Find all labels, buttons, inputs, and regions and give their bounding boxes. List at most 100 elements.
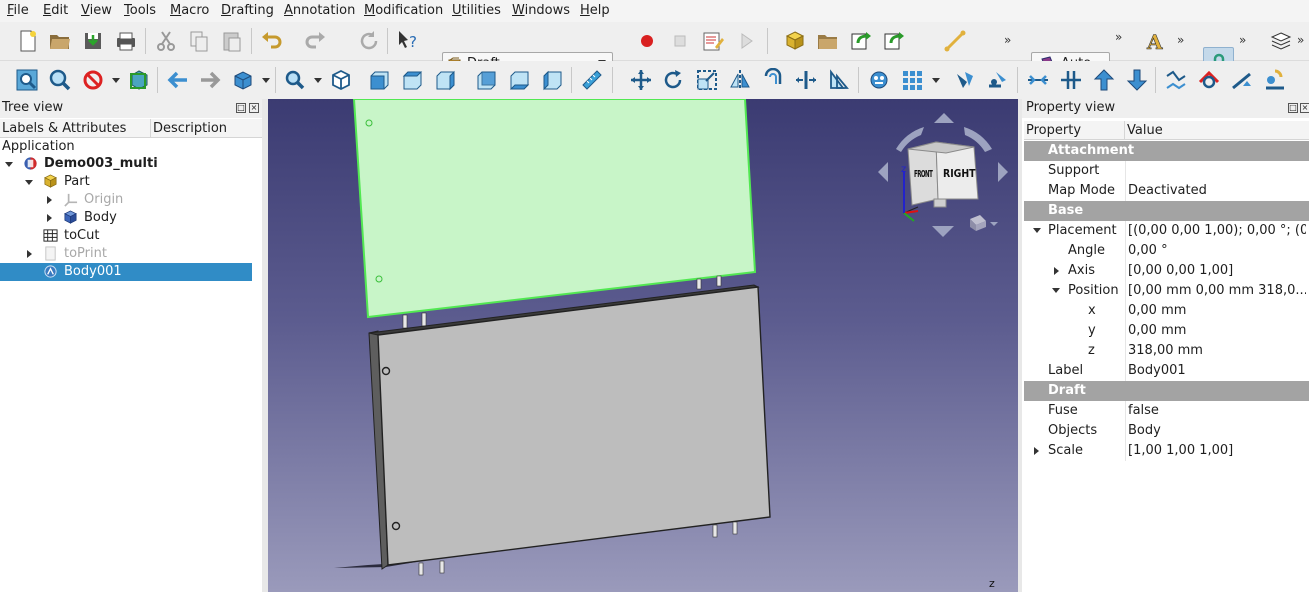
make-link-icon[interactable] xyxy=(848,28,874,54)
tree-item-part[interactable]: Part xyxy=(0,173,262,191)
create-group-icon[interactable] xyxy=(815,28,841,54)
toolbar-overflow-icon[interactable]: » xyxy=(1239,33,1246,47)
split-icon[interactable] xyxy=(1058,67,1084,93)
expand-arrow-icon[interactable] xyxy=(1033,228,1041,233)
fit-selection-icon[interactable] xyxy=(47,67,73,93)
prop-value[interactable]: Body001 xyxy=(1128,363,1306,378)
tree-item-body001[interactable]: Body001 xyxy=(0,263,252,281)
collapse-arrow-icon[interactable] xyxy=(47,214,52,222)
refresh-icon[interactable] xyxy=(356,28,382,54)
measure-distance-icon[interactable] xyxy=(579,67,605,93)
array-tools-icon[interactable] xyxy=(866,67,892,93)
group-attachment[interactable]: Attachment xyxy=(1024,141,1309,161)
scale-icon[interactable] xyxy=(694,67,720,93)
toolbar-overflow-icon[interactable]: » xyxy=(1004,33,1011,47)
tree-item-toprint[interactable]: toPrint xyxy=(0,245,262,263)
create-part-icon[interactable] xyxy=(782,28,808,54)
view-left-icon[interactable] xyxy=(540,67,566,93)
column-header-property[interactable]: Property xyxy=(1024,121,1125,140)
view-rear-icon[interactable] xyxy=(474,67,500,93)
prop-angle[interactable]: Angle 0,00 ° xyxy=(1024,241,1309,261)
group-base[interactable]: Base xyxy=(1024,201,1309,221)
prop-value[interactable]: 0,00 mm xyxy=(1128,323,1306,338)
prop-label[interactable]: Label Body001 xyxy=(1024,361,1309,381)
menu-tools[interactable]: Tools xyxy=(124,3,156,18)
float-panel-icon[interactable]: □ xyxy=(236,103,246,113)
layers-icon[interactable] xyxy=(1268,28,1294,54)
view-isometric-icon[interactable] xyxy=(328,67,354,93)
column-header-value[interactable]: Value xyxy=(1125,121,1309,140)
clone-icon[interactable] xyxy=(826,67,852,93)
print-icon[interactable] xyxy=(113,28,139,54)
whats-this-icon[interactable]: ? xyxy=(395,28,421,54)
menu-help[interactable]: Help xyxy=(580,3,610,18)
prop-objects[interactable]: Objects Body xyxy=(1024,421,1309,441)
rotate-icon[interactable] xyxy=(661,67,687,93)
copy-icon[interactable] xyxy=(186,28,212,54)
float-panel-icon[interactable]: □ xyxy=(1288,103,1298,113)
fit-all-icon[interactable] xyxy=(14,67,40,93)
prop-fuse[interactable]: Fuse false xyxy=(1024,401,1309,421)
flip-dimension-icon[interactable] xyxy=(1262,67,1288,93)
offset-icon[interactable] xyxy=(760,67,786,93)
draw-style-dropdown-icon[interactable] xyxy=(112,78,120,83)
slope-icon[interactable] xyxy=(1229,67,1255,93)
expand-arrow-icon[interactable] xyxy=(25,180,33,185)
menu-utilities[interactable]: Utilities xyxy=(452,3,501,18)
column-header-labels[interactable]: Labels & Attributes xyxy=(0,119,151,138)
prop-x[interactable]: x 0,00 mm xyxy=(1024,301,1309,321)
arrow-down-icon[interactable] xyxy=(1124,67,1150,93)
prop-value[interactable]: [1,00 1,00 1,00] xyxy=(1128,443,1306,458)
draft-line-icon[interactable] xyxy=(942,28,968,54)
arrow-up-icon[interactable] xyxy=(1091,67,1117,93)
prop-map-mode[interactable]: Map Mode Deactivated xyxy=(1024,181,1309,201)
menu-file[interactable]: File xyxy=(7,3,29,18)
save-icon[interactable] xyxy=(80,28,106,54)
link-actions-icon[interactable] xyxy=(881,28,907,54)
prop-value[interactable]: Body xyxy=(1128,423,1306,438)
draft-to-sketch-icon[interactable] xyxy=(1196,67,1222,93)
prop-value[interactable]: 318,00 mm xyxy=(1128,343,1306,358)
prop-y[interactable]: y 0,00 mm xyxy=(1024,321,1309,341)
redo-icon[interactable] xyxy=(303,28,329,54)
zoom-icon[interactable] xyxy=(282,67,308,93)
expand-arrow-icon[interactable] xyxy=(5,162,13,167)
prop-z[interactable]: z 318,00 mm xyxy=(1024,341,1309,361)
toolbar-overflow-icon[interactable]: » xyxy=(1115,30,1122,44)
tree-item-body[interactable]: Body xyxy=(0,209,262,227)
menu-view[interactable]: View xyxy=(81,3,112,18)
macro-editor-icon[interactable] xyxy=(700,28,726,54)
collapse-arrow-icon[interactable] xyxy=(27,250,32,258)
run-macro-icon[interactable] xyxy=(733,28,759,54)
prop-support[interactable]: Support xyxy=(1024,161,1309,181)
prop-value[interactable]: 0,00 mm xyxy=(1128,303,1306,318)
open-folder-icon[interactable] xyxy=(47,28,73,54)
prop-value[interactable]: 0,00 ° xyxy=(1128,243,1306,258)
group-draft[interactable]: Draft xyxy=(1024,381,1309,401)
annotation-text-icon[interactable]: A xyxy=(1143,28,1169,54)
tree-item-tocut[interactable]: toCut xyxy=(0,227,262,245)
collapse-arrow-icon[interactable] xyxy=(1034,447,1039,455)
view-right-icon[interactable] xyxy=(433,67,459,93)
std-views-icon[interactable] xyxy=(230,67,256,93)
new-document-icon[interactable] xyxy=(15,28,41,54)
view-back-arrow-icon[interactable] xyxy=(165,67,191,93)
prop-value[interactable]: [0,00 mm 0,00 mm 318,0... xyxy=(1128,283,1306,298)
mirror-icon[interactable] xyxy=(727,67,753,93)
view-front-icon[interactable] xyxy=(367,67,393,93)
prop-placement[interactable]: Placement [(0,00 0,00 1,00); 0,00 °; (0,.… xyxy=(1024,221,1309,241)
close-panel-icon[interactable]: × xyxy=(249,103,259,113)
menu-annotation[interactable]: Annotation xyxy=(284,3,355,18)
array-dropdown-icon[interactable] xyxy=(932,78,940,83)
std-views-dropdown-icon[interactable] xyxy=(262,78,270,83)
view-top-icon[interactable] xyxy=(400,67,426,93)
undo-icon[interactable] xyxy=(258,28,284,54)
tree-item-origin[interactable]: Origin xyxy=(0,191,262,209)
prop-value[interactable]: [0,00 0,00 1,00] xyxy=(1128,263,1306,278)
paste-icon[interactable] xyxy=(219,28,245,54)
upgrade-icon[interactable] xyxy=(952,67,978,93)
record-macro-icon[interactable] xyxy=(634,28,660,54)
toolbar-overflow-icon[interactable]: » xyxy=(1177,33,1184,47)
collapse-arrow-icon[interactable] xyxy=(47,196,52,204)
prop-scale[interactable]: Scale [1,00 1,00 1,00] xyxy=(1024,441,1309,461)
